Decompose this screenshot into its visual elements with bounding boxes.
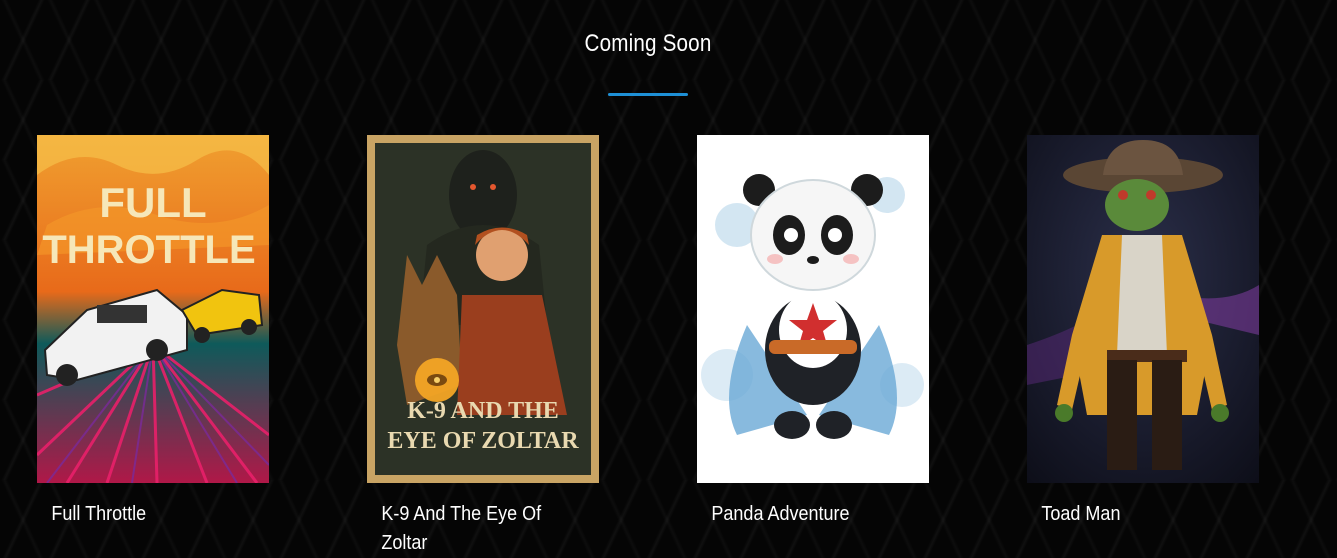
movie-poster-full-throttle[interactable]: FULL THROTTLE bbox=[37, 135, 269, 483]
movie-poster-panda-adventure[interactable] bbox=[697, 135, 929, 483]
poster-text-line: K-9 AND THE bbox=[407, 398, 559, 424]
movie-title[interactable]: Panda Adventure bbox=[697, 500, 873, 529]
movie-poster-toad-man[interactable] bbox=[1027, 135, 1259, 483]
poster-text-line: THROTTLE bbox=[42, 228, 255, 272]
title-underline bbox=[608, 93, 688, 96]
movie-poster-k9-eye-of-zoltar[interactable]: K-9 AND THE EYE OF ZOLTAR bbox=[367, 135, 599, 483]
section-title: Coming Soon bbox=[584, 30, 712, 57]
movie-title[interactable]: K-9 And The Eye Of Zoltar bbox=[367, 500, 543, 558]
movie-card[interactable]: K-9 AND THE EYE OF ZOLTAR K-9 And The Ey… bbox=[367, 135, 599, 558]
movie-card[interactable]: Panda Adventure bbox=[697, 135, 929, 529]
movie-card[interactable]: Toad Man bbox=[1027, 135, 1259, 529]
poster-text-line: EYE OF ZOLTAR bbox=[387, 428, 579, 454]
movie-title[interactable]: Full Throttle bbox=[37, 500, 213, 529]
movie-card[interactable]: FULL THROTTLE Full Throttle bbox=[37, 135, 269, 529]
movie-title[interactable]: Toad Man bbox=[1027, 500, 1203, 529]
poster-text-line: FULL bbox=[99, 179, 206, 226]
